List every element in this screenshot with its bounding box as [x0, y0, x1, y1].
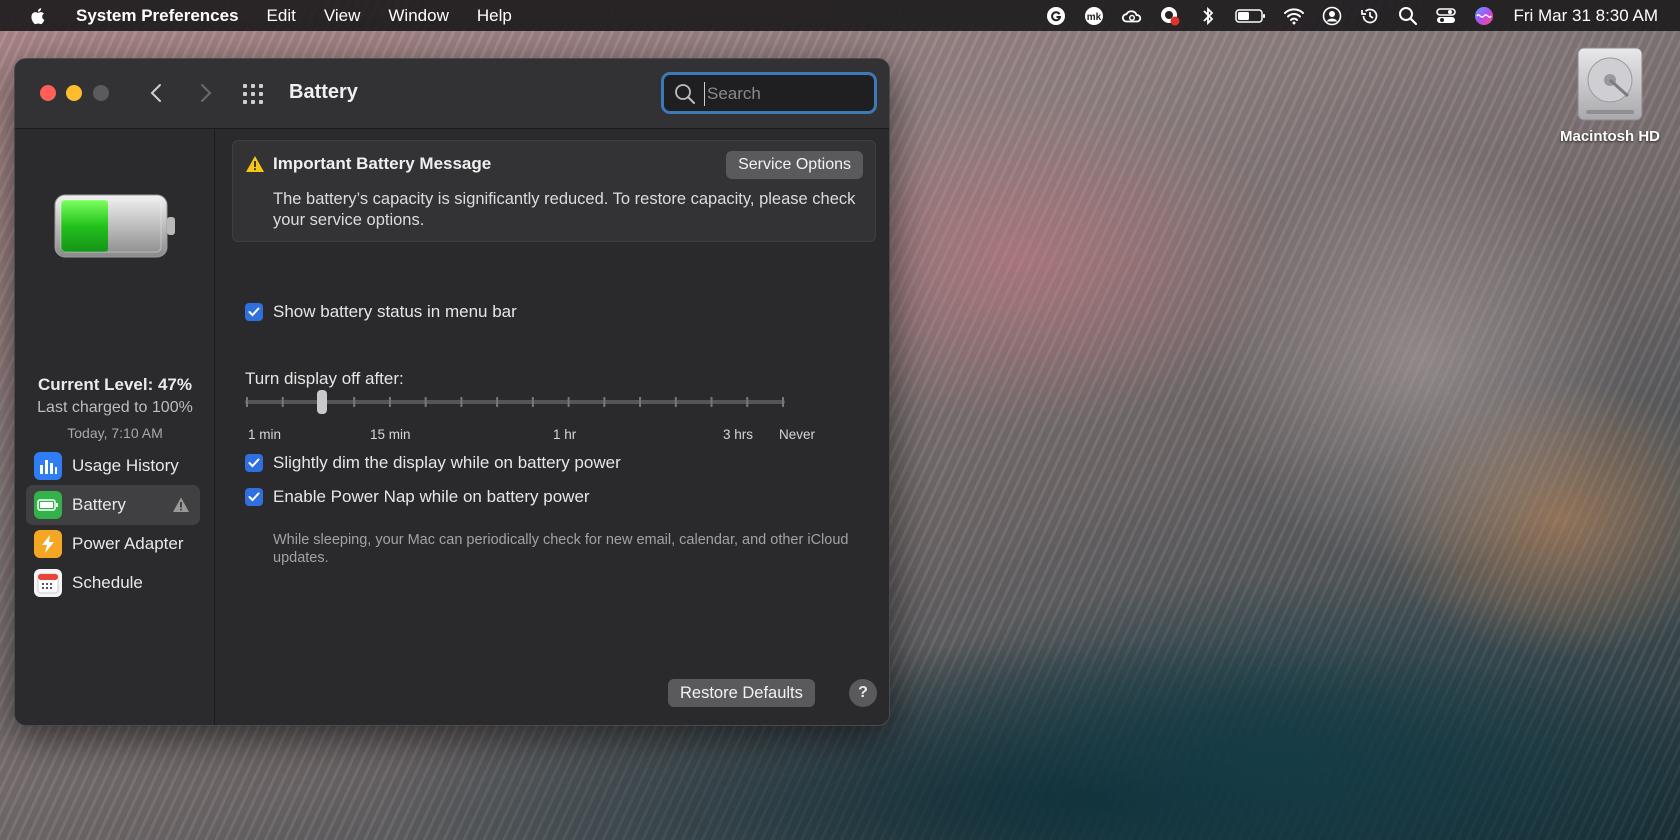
- sidebar-item-power-adapter[interactable]: Power Adapter: [26, 524, 200, 564]
- sidebar-item-battery[interactable]: Battery: [26, 485, 200, 525]
- sidebar-item-schedule[interactable]: Schedule: [26, 563, 200, 603]
- dim-display-checkbox-row[interactable]: Slightly dim the display while on batter…: [245, 453, 621, 473]
- power-nap-label: Enable Power Nap while on battery power: [273, 487, 590, 506]
- zoom-button[interactable]: [93, 85, 109, 101]
- user-icon[interactable]: [1321, 5, 1343, 27]
- menu-edit[interactable]: Edit: [267, 6, 296, 26]
- app-menu[interactable]: System Preferences: [76, 6, 239, 26]
- sidebar-item-label: Battery: [72, 495, 126, 514]
- menu-clock[interactable]: Fri Mar 31 8:30 AM: [1513, 6, 1658, 26]
- dim-display-label: Slightly dim the display while on batter…: [273, 453, 621, 472]
- wifi-icon[interactable]: [1283, 5, 1305, 27]
- display-off-slider[interactable]: [245, 387, 785, 417]
- search-field[interactable]: [661, 72, 877, 114]
- menu-bar: System Preferences Edit View Window Help…: [0, 0, 1680, 31]
- window-title: Battery: [289, 81, 358, 103]
- sidebar-item-label: Usage History: [72, 456, 179, 475]
- tick-label-3hrs: 3 hrs: [723, 427, 754, 442]
- show-status-label: Show battery status in menu bar: [273, 302, 517, 321]
- power-nap-checkbox[interactable]: [245, 488, 263, 506]
- close-button[interactable]: [40, 85, 56, 101]
- dim-display-checkbox[interactable]: [245, 454, 263, 472]
- power-nap-checkbox-row[interactable]: Enable Power Nap while on battery power: [245, 487, 590, 507]
- power-nap-description: While sleeping, your Mac can periodicall…: [273, 532, 849, 566]
- minimize-button[interactable]: [66, 85, 82, 101]
- sidebar: Current Level: 47% Last charged to 100% …: [15, 129, 215, 725]
- mk-icon[interactable]: mk: [1083, 5, 1105, 27]
- show-status-checkbox-row[interactable]: Show battery status in menu bar: [245, 302, 517, 322]
- display-off-label: Turn display off after:: [245, 369, 404, 388]
- sidebar-item-usage-history[interactable]: Usage History: [26, 446, 200, 486]
- battery-level-graphic: [54, 194, 175, 258]
- battery-settings-pane: Important Battery Message Service Option…: [215, 129, 889, 725]
- siri-icon[interactable]: [1473, 5, 1495, 27]
- control-center-icon[interactable]: [1435, 5, 1457, 27]
- current-level-text: Current Level: 47%: [38, 375, 192, 394]
- battery-icon[interactable]: [1235, 5, 1267, 27]
- charged-time-text: Today, 7:10 AM: [67, 425, 163, 441]
- battery-message-box: Important Battery Message Service Option…: [232, 140, 876, 242]
- svg-text:mk: mk: [1087, 12, 1102, 23]
- battery-icon: [34, 491, 62, 519]
- back-button[interactable]: [145, 81, 169, 105]
- sidebar-item-label: Schedule: [72, 573, 143, 592]
- message-title: Important Battery Message: [273, 154, 492, 173]
- search-input[interactable]: [704, 82, 864, 106]
- window-toolbar: Battery: [15, 59, 889, 129]
- last-charged-text: Last charged to 100%: [37, 399, 193, 416]
- screen-recorder-icon[interactable]: [1159, 5, 1181, 27]
- creative-cloud-icon[interactable]: [1121, 5, 1143, 27]
- tick-label-1hr: 1 hr: [553, 427, 577, 442]
- menu-help[interactable]: Help: [477, 6, 512, 26]
- slider-knob: [317, 390, 327, 414]
- tick-label-never: Never: [779, 427, 816, 442]
- warning-icon: [245, 155, 265, 173]
- power-adapter-icon: [34, 530, 62, 558]
- sidebar-item-label: Power Adapter: [72, 534, 184, 553]
- service-options-button[interactable]: Service Options: [726, 151, 863, 179]
- spotlight-icon[interactable]: [1397, 5, 1419, 27]
- show-status-checkbox[interactable]: [245, 303, 263, 321]
- tick-label-1min: 1 min: [248, 427, 282, 442]
- help-button[interactable]: ?: [849, 679, 877, 707]
- tick-label-15min: 15 min: [370, 427, 411, 442]
- macintosh-hd-desktop-item[interactable]: Macintosh HD: [1552, 46, 1668, 145]
- macintosh-hd-label: Macintosh HD: [1559, 128, 1660, 145]
- show-all-grid-icon[interactable]: [242, 83, 264, 105]
- status-area: mk Fri Mar 31 8:30 AM: [1029, 0, 1658, 31]
- time-machine-icon[interactable]: [1359, 5, 1381, 27]
- forward-button[interactable]: [193, 81, 217, 105]
- usage-history-icon: [34, 452, 62, 480]
- restore-defaults-button[interactable]: Restore Defaults: [668, 679, 815, 707]
- message-body: The battery’s capacity is significantly …: [273, 190, 856, 229]
- menu-window[interactable]: Window: [388, 6, 448, 26]
- apple-menu-icon[interactable]: [28, 6, 48, 26]
- hard-drive-icon: [1574, 46, 1646, 122]
- system-preferences-window: Battery Current Level: 47% Last charged …: [14, 58, 890, 726]
- search-icon: [674, 83, 696, 105]
- calendar-icon: [34, 569, 62, 597]
- grammarly-icon[interactable]: [1045, 5, 1067, 27]
- warning-icon: [172, 496, 190, 514]
- bluetooth-icon[interactable]: [1197, 5, 1219, 27]
- menu-view[interactable]: View: [324, 6, 361, 26]
